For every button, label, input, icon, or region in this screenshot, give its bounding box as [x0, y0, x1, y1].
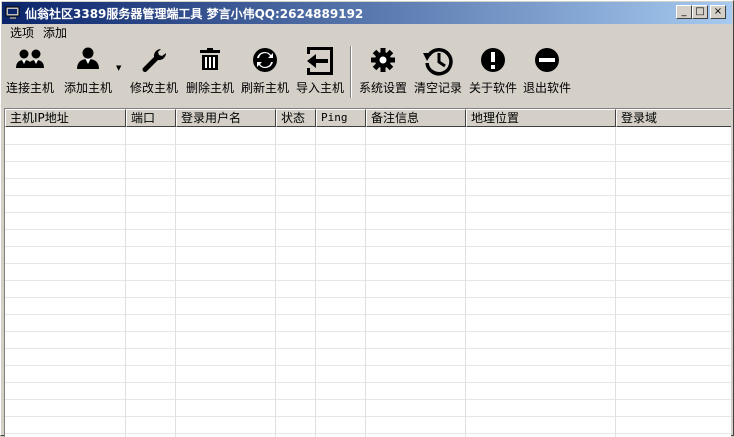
refresh-host-label: 刷新主机 — [240, 81, 289, 95]
host-list[interactable]: 主机IP地址 端口 登录用户名 状态 Ping 备注信息 地理位置 登录域 — [4, 108, 731, 437]
wrench-icon — [138, 46, 170, 76]
exit-software-label: 退出软件 — [522, 81, 571, 95]
window-title: 仙翁社区3389服务器管理端工具 梦言小伟QQ:2624889192 — [25, 6, 364, 21]
grid-row-line — [5, 178, 731, 179]
minus-circle-icon — [531, 46, 563, 76]
grid-row-line — [5, 263, 731, 264]
gear-icon — [367, 46, 399, 76]
exclamation-icon — [477, 46, 509, 76]
connect-host-label: 连接主机 — [5, 81, 54, 95]
menu-add[interactable]: 添加 — [39, 25, 72, 41]
grid-row-line — [5, 144, 731, 145]
add-host-label: 添加主机 — [63, 81, 112, 95]
grid-row-line — [5, 246, 731, 247]
trash-icon — [194, 46, 226, 76]
import-icon — [304, 46, 336, 76]
grid-row-line — [5, 314, 731, 315]
column-header-ping[interactable]: Ping — [316, 109, 366, 127]
main-window: 仙翁社区3389服务器管理端工具 梦言小伟QQ:2624889192 _ □ ×… — [0, 0, 734, 437]
grid-row-line — [5, 331, 731, 332]
grid-column-line — [275, 127, 276, 437]
edit-host-button[interactable]: 修改主机 — [128, 44, 180, 100]
menu-bar: 选项 添加 — [2, 24, 732, 42]
refresh-icon — [249, 46, 281, 76]
system-settings-button[interactable]: 系统设置 — [356, 44, 410, 100]
maximize-button[interactable]: □ — [692, 5, 708, 19]
system-settings-label: 系统设置 — [358, 81, 407, 95]
host-list-header: 主机IP地址 端口 登录用户名 状态 Ping 备注信息 地理位置 登录域 — [5, 109, 731, 127]
column-header-ip[interactable]: 主机IP地址 — [5, 109, 126, 127]
grid-row-line — [5, 280, 731, 281]
column-header-username[interactable]: 登录用户名 — [176, 109, 276, 127]
column-header-port[interactable]: 端口 — [126, 109, 176, 127]
delete-host-label: 删除主机 — [185, 81, 234, 95]
toolbar: 连接主机 添加主机 ▼ 修改主机 删除主机 刷新主机 导入主机 系统设置 清空记… — [2, 42, 732, 104]
menu-options[interactable]: 选项 — [2, 25, 39, 41]
user-icon — [72, 46, 104, 76]
grid-row-line — [5, 195, 731, 196]
delete-host-button[interactable]: 删除主机 — [184, 44, 236, 100]
host-list-body[interactable] — [5, 127, 731, 437]
grid-column-line — [615, 127, 616, 437]
grid-row-line — [5, 365, 731, 366]
history-icon — [422, 46, 454, 76]
grid-column-line — [175, 127, 176, 437]
about-software-label: 关于软件 — [468, 81, 517, 95]
import-host-button[interactable]: 导入主机 — [294, 44, 346, 100]
app-icon[interactable] — [5, 5, 21, 21]
clear-records-button[interactable]: 清空记录 — [411, 44, 465, 100]
import-host-label: 导入主机 — [295, 81, 344, 95]
toolbar-separator — [350, 46, 352, 98]
grid-column-line — [465, 127, 466, 437]
users-icon — [14, 46, 46, 76]
grid-row-line — [5, 212, 731, 213]
title-bar[interactable]: 仙翁社区3389服务器管理端工具 梦言小伟QQ:2624889192 _ □ × — [2, 2, 732, 24]
about-software-button[interactable]: 关于软件 — [467, 44, 519, 100]
refresh-host-button[interactable]: 刷新主机 — [239, 44, 291, 100]
grid-column-line — [315, 127, 316, 437]
close-button[interactable]: × — [710, 5, 726, 19]
column-header-domain[interactable]: 登录域 — [616, 109, 731, 127]
column-header-location[interactable]: 地理位置 — [466, 109, 616, 127]
grid-column-line — [125, 127, 126, 437]
column-header-remark[interactable]: 备注信息 — [366, 109, 466, 127]
grid-row-line — [5, 399, 731, 400]
minimize-button[interactable]: _ — [676, 5, 692, 19]
grid-row-line — [5, 348, 731, 349]
exit-software-button[interactable]: 退出软件 — [521, 44, 573, 100]
add-host-dropdown-icon[interactable]: ▼ — [116, 64, 121, 72]
column-header-status[interactable]: 状态 — [276, 109, 316, 127]
grid-row-line — [5, 297, 731, 298]
clear-records-label: 清空记录 — [413, 81, 462, 95]
grid-row-line — [5, 433, 731, 434]
grid-row-line — [5, 161, 731, 162]
grid-row-line — [5, 416, 731, 417]
grid-row-line — [5, 229, 731, 230]
edit-host-label: 修改主机 — [129, 81, 178, 95]
window-controls: _ □ × — [676, 5, 726, 19]
connect-host-button[interactable]: 连接主机 — [4, 44, 56, 100]
grid-row-line — [5, 382, 731, 383]
add-host-button[interactable]: 添加主机 — [60, 44, 116, 100]
grid-column-line — [365, 127, 366, 437]
